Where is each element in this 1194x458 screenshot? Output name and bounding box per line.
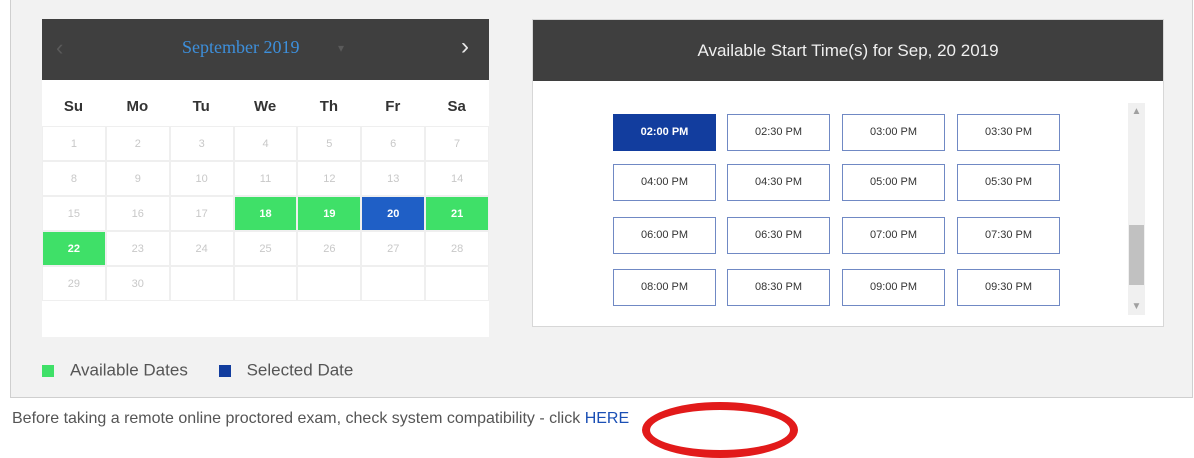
weekday-header: Tu [192, 98, 210, 115]
time-slot-button[interactable]: 07:00 PM [842, 217, 945, 254]
calendar-day [169, 266, 234, 301]
time-slot-button[interactable]: 04:00 PM [613, 164, 716, 201]
weekday-header: Su [63, 98, 84, 115]
time-slot-button[interactable]: 06:00 PM [613, 217, 716, 254]
weekday-header: Th [319, 98, 339, 115]
weekday-header: Fr [385, 98, 401, 115]
time-slot-button[interactable]: 03:30 PM [957, 114, 1060, 151]
legend-selected-label: Selected Date [246, 360, 354, 380]
calendar-day: 2 [105, 126, 170, 161]
time-slot-button[interactable]: 09:30 PM [957, 269, 1060, 306]
calendar-day[interactable]: 21 [425, 196, 490, 231]
time-slot-button[interactable]: 07:30 PM [957, 217, 1060, 254]
time-slot-button[interactable]: 03:00 PM [842, 114, 945, 151]
available-swatch [42, 364, 54, 377]
calendar-day: 26 [297, 231, 362, 266]
calendar-day: 29 [42, 266, 106, 301]
calendar-day: 16 [105, 196, 170, 231]
calendar-day [297, 266, 362, 301]
calendar-day: 5 [297, 126, 362, 161]
calendar-day: 28 [425, 231, 490, 266]
compatibility-link[interactable]: HERE [585, 410, 629, 427]
calendar-day: 8 [42, 161, 106, 196]
calendar-day: 30 [105, 266, 170, 301]
calendar-day: 4 [233, 126, 298, 161]
calendar-day: 14 [425, 161, 490, 196]
calendar-day: 15 [42, 196, 106, 231]
month-caret-icon[interactable]: ▾ [338, 41, 344, 55]
slots-scrollbar[interactable]: ▲ ▼ [1128, 103, 1145, 315]
calendar-day: 27 [361, 231, 426, 266]
calendar-day: 10 [169, 161, 234, 196]
calendar-day[interactable]: 20 [361, 196, 426, 231]
time-slot-button[interactable]: 02:30 PM [727, 114, 830, 151]
highlight-circle [642, 402, 798, 458]
calendar-day [425, 266, 490, 301]
calendar-day: 25 [233, 231, 298, 266]
calendar-day [361, 266, 426, 301]
time-slot-button[interactable]: 06:30 PM [727, 217, 830, 254]
scroll-down-icon[interactable]: ▼ [1128, 298, 1145, 315]
calendar-day: 23 [105, 231, 170, 266]
time-slot-button[interactable]: 09:00 PM [842, 269, 945, 306]
calendar-day[interactable]: 22 [42, 231, 106, 266]
prev-month-icon[interactable]: ‹ [56, 35, 63, 61]
calendar-day: 24 [169, 231, 234, 266]
scroll-up-icon[interactable]: ▲ [1128, 103, 1145, 120]
calendar-day [233, 266, 298, 301]
legend-available-label: Available Dates [70, 360, 188, 380]
legend: Available Dates Selected Date [42, 360, 353, 381]
scroll-thumb[interactable] [1129, 225, 1144, 285]
time-slot-button[interactable]: 05:30 PM [957, 164, 1060, 201]
time-slot-button[interactable]: 08:00 PM [613, 269, 716, 306]
time-slots-panel: Available Start Time(s) for Sep, 20 2019… [532, 19, 1164, 327]
calendar-day: 1 [42, 126, 106, 161]
time-slot-button[interactable]: 08:30 PM [727, 269, 830, 306]
calendar-header: ‹ September 2019 ▾ › [42, 19, 489, 80]
month-title[interactable]: September 2019 [182, 37, 299, 58]
calendar-day: 9 [105, 161, 170, 196]
time-slot-button[interactable]: 04:30 PM [727, 164, 830, 201]
weekday-header: Mo [126, 98, 149, 115]
calendar-day: 6 [361, 126, 426, 161]
calendar-day: 12 [297, 161, 362, 196]
weekday-header: We [253, 98, 277, 115]
calendar-day[interactable]: 18 [233, 196, 298, 231]
next-month-icon[interactable]: › [461, 33, 469, 61]
weekday-header: Sa [447, 98, 466, 115]
compatibility-note: Before taking a remote online proctored … [12, 410, 629, 428]
calendar-day[interactable]: 19 [297, 196, 362, 231]
time-slot-button[interactable]: 05:00 PM [842, 164, 945, 201]
calendar-day: 11 [233, 161, 298, 196]
calendar-day: 17 [169, 196, 234, 231]
time-slots-title: Available Start Time(s) for Sep, 20 2019 [533, 20, 1163, 81]
calendar-day: 3 [169, 126, 234, 161]
calendar: ‹ September 2019 ▾ › Su Mo Tu We Th Fr Sa 1 2 3 4 5… [42, 19, 490, 337]
calendar-day: 13 [361, 161, 426, 196]
note-text: Before taking a remote online proctored … [12, 410, 585, 427]
time-slot-button[interactable]: 02:00 PM [613, 114, 716, 151]
selected-swatch [218, 364, 231, 377]
calendar-day: 7 [425, 126, 490, 161]
